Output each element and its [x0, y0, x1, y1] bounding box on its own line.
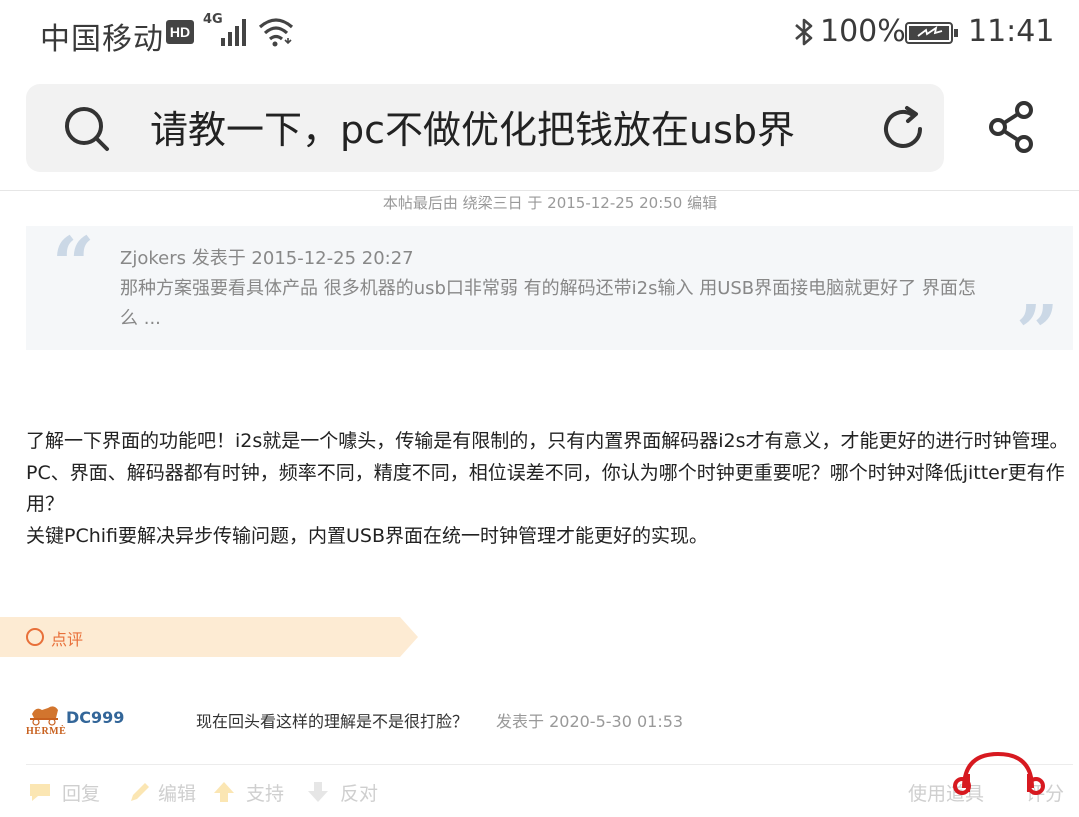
quote-author-line: Zjokers 发表于 2015-12-25 20:27 — [120, 248, 414, 269]
quote-text: 那种方案强要看具体产品 很多机器的usb口非常弱 有的解码还带i2s输入 用US… — [120, 278, 976, 329]
action-divider — [26, 764, 1073, 765]
battery-charging-icon — [905, 22, 958, 44]
post-paragraph: 了解一下界面的功能吧！i2s就是一个噱头，传输是有限制的，只有内置界面解码器i2… — [26, 430, 1069, 452]
battery-percent: 100% — [820, 14, 906, 49]
comment-username[interactable]: DC999 — [66, 708, 124, 727]
search-icon[interactable] — [62, 104, 112, 154]
comment-section-label: 点评 — [51, 630, 84, 649]
edit-icon[interactable] — [128, 780, 152, 804]
search-query-text[interactable]: 请教一下，pc不做优化把钱放在usb界 — [150, 104, 870, 156]
refresh-icon[interactable] — [878, 104, 928, 154]
thumb-up-icon[interactable] — [212, 780, 236, 804]
support-button[interactable]: 支持 — [246, 779, 284, 806]
comment-text: 现在回头看这样的理解是不是很打脸？ — [196, 712, 469, 731]
thumb-down-icon[interactable] — [306, 780, 330, 804]
post-paragraph: 关键PChifi要解决异步传输问题，内置USB界面在统一时钟管理才能更好的实现。 — [26, 524, 709, 547]
signal-icon — [221, 19, 246, 46]
bluetooth-icon — [795, 18, 813, 46]
share-icon[interactable] — [986, 100, 1036, 154]
headphone-logo-icon — [953, 751, 1045, 795]
hd-icon: HD — [166, 20, 194, 44]
page: 中国移动 HD 4G 100% 11:41 请教一下，pc不做优化把钱放在usb… — [0, 0, 1079, 817]
header-divider — [0, 190, 1079, 191]
status-bar: 中国移动 HD 4G 100% 11:41 — [0, 0, 1079, 66]
quote-open-icon: “ — [52, 222, 95, 308]
quote-close-icon: ” — [1016, 290, 1059, 376]
reply-icon[interactable] — [28, 780, 52, 804]
post-paragraph: PC、界面、解码器都有时钟，频率不同，精度不同，相位误差不同，你认为哪个时钟更重… — [26, 461, 1065, 516]
oppose-button[interactable]: 反对 — [340, 779, 378, 806]
avatar-logo-text: HERMÈ — [26, 726, 67, 737]
comment-circle-icon — [26, 628, 44, 646]
post-body: 了解一下界面的功能吧！i2s就是一个噱头，传输是有限制的，只有内置界面解码器i2… — [26, 426, 1076, 552]
edit-note: 本帖最后由 绕梁三日 于 2015-12-25 20:50 编辑 — [382, 194, 718, 212]
status-time: 11:41 — [968, 14, 1055, 49]
comment-timestamp: 发表于 2020-5-30 01:53 — [496, 712, 684, 731]
edit-button[interactable]: 编辑 — [158, 779, 196, 806]
reply-button[interactable]: 回复 — [62, 779, 100, 806]
carrier-name: 中国移动 — [40, 22, 164, 57]
wifi-icon — [258, 18, 294, 47]
